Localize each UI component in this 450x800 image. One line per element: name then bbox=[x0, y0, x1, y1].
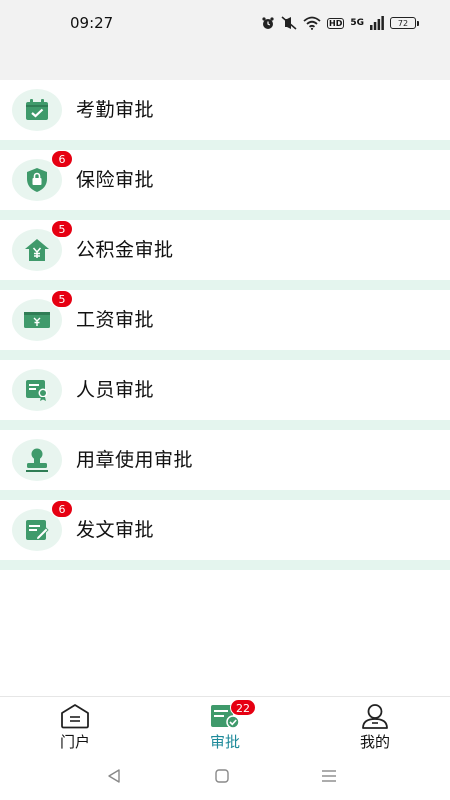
approval-item-label: 人员审批 bbox=[76, 379, 155, 401]
network-label: 5G bbox=[350, 18, 364, 28]
alarm-icon bbox=[262, 17, 274, 29]
icon-background bbox=[12, 369, 62, 411]
signal-icon bbox=[370, 16, 384, 30]
banknote-yen-icon bbox=[24, 312, 50, 328]
tab-label: 审批 bbox=[209, 733, 240, 751]
home-nav-icon[interactable] bbox=[214, 768, 230, 784]
notification-badge: 6 bbox=[51, 150, 73, 168]
stamp-icon bbox=[26, 448, 48, 472]
tab-label: 门户 bbox=[59, 733, 90, 751]
wifi-icon bbox=[303, 16, 321, 30]
system-nav-bar bbox=[0, 754, 450, 800]
approval-list: 考勤审批 6 保险审批 5 公积金审批 5 工资审批 人员审批 用章使用审批 6… bbox=[0, 80, 450, 570]
document-edit-icon bbox=[26, 520, 49, 541]
approval-item-label: 公积金审批 bbox=[76, 239, 174, 261]
approval-item-label: 保险审批 bbox=[76, 169, 155, 191]
user-icon bbox=[362, 704, 388, 729]
approval-item-personnel[interactable]: 人员审批 bbox=[0, 360, 450, 430]
hd-label: HD bbox=[327, 17, 345, 29]
approval-count-badge: 22 bbox=[230, 699, 256, 716]
approval-item-attendance[interactable]: 考勤审批 bbox=[0, 80, 450, 150]
notification-badge: 5 bbox=[51, 220, 73, 238]
tab-portal[interactable]: 门户 bbox=[0, 697, 150, 755]
approval-item-label: 考勤审批 bbox=[76, 99, 155, 121]
approval-item-seal-usage[interactable]: 用章使用审批 bbox=[0, 430, 450, 500]
approval-item-insurance[interactable]: 6 保险审批 bbox=[0, 150, 450, 220]
tab-approval[interactable]: 22 审批 bbox=[150, 697, 300, 755]
approval-item-label: 工资审批 bbox=[76, 309, 155, 331]
home-icon bbox=[61, 704, 89, 729]
bottom-tab-bar: 门户 22 审批 我的 bbox=[0, 696, 450, 755]
approval-item-label: 用章使用审批 bbox=[76, 449, 194, 471]
tab-mine[interactable]: 我的 bbox=[300, 697, 450, 755]
approval-item-housing-fund[interactable]: 5 公积金审批 bbox=[0, 220, 450, 290]
status-time: 09:27 bbox=[70, 14, 114, 32]
notification-badge: 6 bbox=[51, 500, 73, 518]
status-icons: HD 5G 72 bbox=[261, 12, 419, 34]
notification-badge: 5 bbox=[51, 290, 73, 308]
menu-icon[interactable] bbox=[321, 768, 337, 784]
header-spacer bbox=[0, 48, 450, 80]
calendar-check-icon bbox=[26, 99, 48, 120]
house-yen-icon bbox=[25, 239, 49, 261]
certificate-icon bbox=[26, 380, 48, 401]
battery-icon: 72 bbox=[390, 17, 419, 29]
approval-item-salary[interactable]: 5 工资审批 bbox=[0, 290, 450, 360]
status-bar: 09:27 HD 5G 72 bbox=[0, 0, 450, 48]
tab-label: 我的 bbox=[359, 733, 390, 751]
shield-lock-icon bbox=[27, 168, 47, 192]
back-icon[interactable] bbox=[106, 768, 122, 784]
icon-background bbox=[12, 89, 62, 131]
approval-item-document-issuance[interactable]: 6 发文审批 bbox=[0, 500, 450, 570]
mute-icon bbox=[281, 16, 297, 30]
icon-background bbox=[12, 439, 62, 481]
approval-item-label: 发文审批 bbox=[76, 519, 155, 541]
